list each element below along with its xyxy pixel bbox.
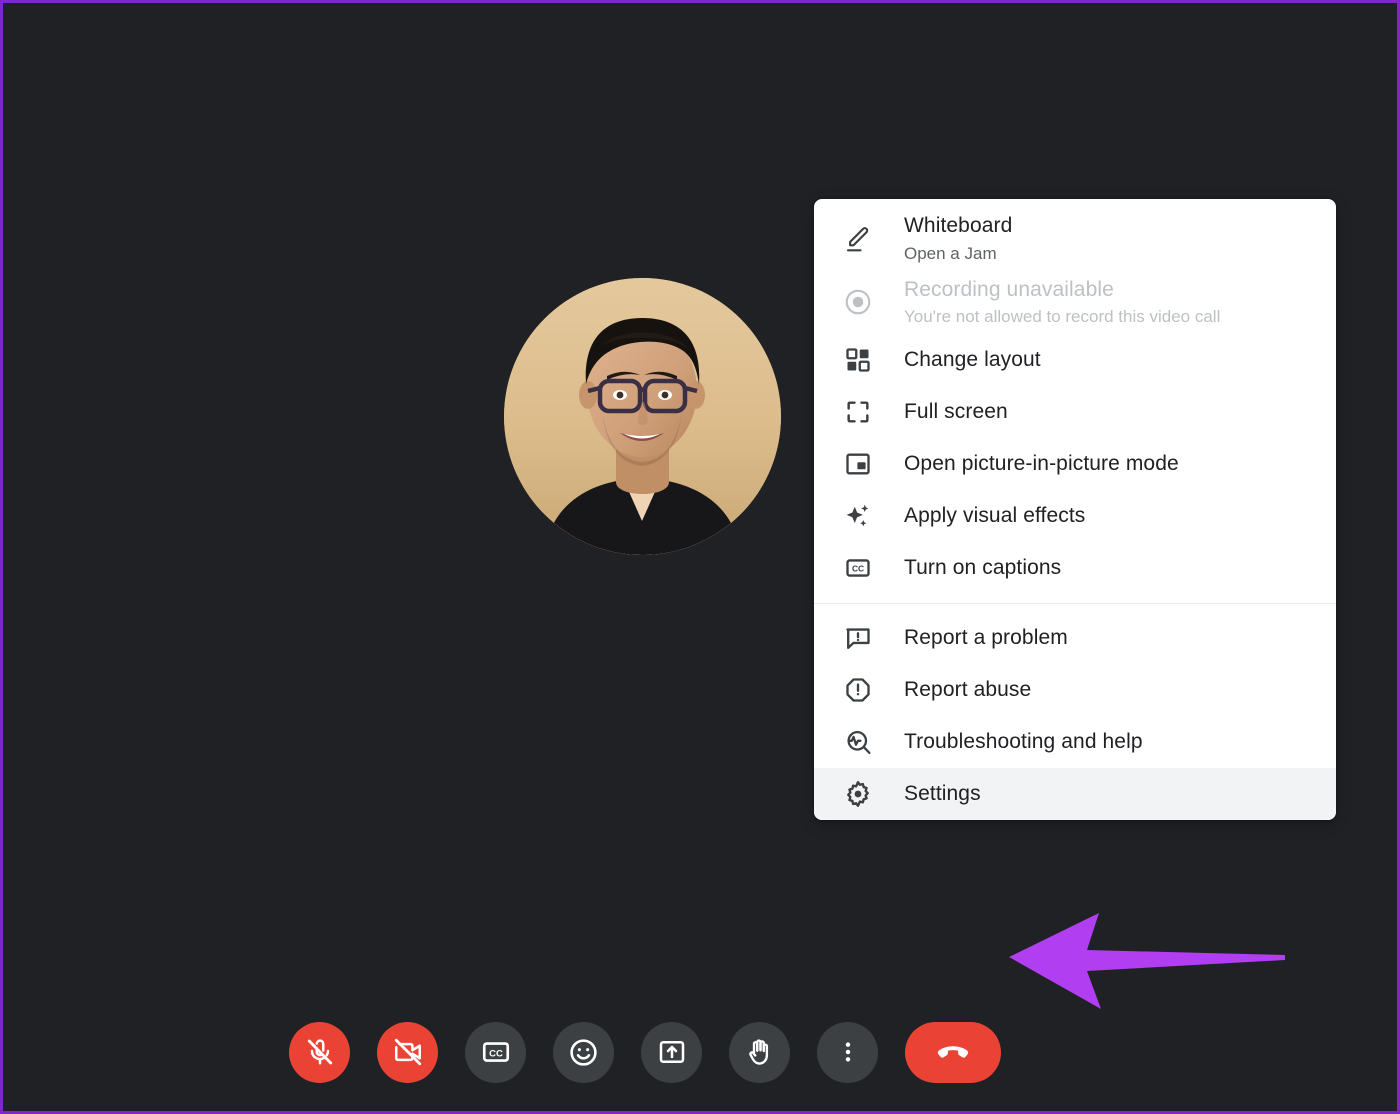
- menu-item-report-a-problem[interactable]: Report a problem: [814, 612, 1336, 664]
- menu-item-label: Report abuse: [904, 678, 1032, 702]
- more-options-menu[interactable]: Whiteboard Open a Jam Recording unavaila…: [814, 199, 1336, 821]
- menu-item-recording: Recording unavailable You're not allowed…: [814, 271, 1336, 335]
- svg-text:CC: CC: [852, 564, 864, 574]
- menu-item-visual-effects[interactable]: Apply visual effects: [814, 490, 1336, 542]
- menu-item-label: Recording unavailable: [904, 277, 1114, 301]
- menu-item-label: Settings: [904, 782, 981, 806]
- leave-call-button[interactable]: [905, 1021, 1001, 1083]
- menu-item-settings[interactable]: Settings: [814, 768, 1336, 821]
- svg-text:CC: CC: [489, 1048, 503, 1059]
- menu-item-text: Apply visual effects: [904, 502, 1085, 530]
- raise-hand-button[interactable]: [729, 1021, 790, 1083]
- picture-in-picture-icon: [842, 448, 874, 480]
- menu-item-text: Report abuse: [904, 676, 1031, 704]
- sparkle-icon: [842, 500, 874, 532]
- layout-icon: [842, 344, 874, 376]
- call-control-bar: CC: [3, 993, 1397, 1111]
- microphone-off-button[interactable]: [289, 1021, 350, 1083]
- menu-item-label: Full screen: [904, 400, 1008, 424]
- record-icon: [842, 286, 874, 318]
- menu-item-label: Report a problem: [904, 626, 1068, 650]
- captions-button[interactable]: CC: [465, 1021, 526, 1083]
- menu-item-whiteboard[interactable]: Whiteboard Open a Jam: [814, 207, 1336, 271]
- report-problem-icon: [842, 622, 874, 654]
- menu-item-text: Report a problem: [904, 624, 1068, 652]
- menu-item-picture-in-picture[interactable]: Open picture-in-picture mode: [814, 438, 1336, 490]
- menu-item-text: Turn on captions: [904, 554, 1061, 582]
- menu-item-sublabel: Open a Jam: [904, 243, 997, 263]
- menu-item-report-abuse[interactable]: Report abuse: [814, 664, 1336, 716]
- menu-item-text: Whiteboard Open a Jam: [904, 212, 1012, 266]
- menu-item-text: Open picture-in-picture mode: [904, 450, 1179, 478]
- report-abuse-icon: [842, 674, 874, 706]
- menu-item-text: Troubleshooting and help: [904, 728, 1143, 756]
- menu-item-label: Open picture-in-picture mode: [904, 452, 1179, 476]
- troubleshooting-icon: [842, 726, 874, 758]
- closed-caption-icon: CC: [842, 552, 874, 584]
- menu-item-full-screen[interactable]: Full screen: [814, 386, 1336, 438]
- gear-icon: [842, 778, 874, 810]
- menu-item-sublabel: You're not allowed to record this video …: [904, 307, 1221, 327]
- fullscreen-icon: [842, 396, 874, 428]
- menu-item-label: Whiteboard: [904, 214, 1013, 237]
- participant-tile: [504, 278, 781, 555]
- reactions-button[interactable]: [553, 1021, 614, 1083]
- more-options-button[interactable]: [817, 1021, 878, 1083]
- menu-item-text: Settings: [904, 780, 981, 808]
- annotated-screenshot-frame: Whiteboard Open a Jam Recording unavaila…: [0, 0, 1400, 1114]
- menu-item-text: Change layout: [904, 346, 1041, 374]
- avatar: [504, 278, 781, 555]
- menu-divider: [814, 603, 1336, 605]
- menu-item-text: Recording unavailable You're not allowed…: [904, 276, 1220, 330]
- menu-item-label: Troubleshooting and help: [904, 730, 1143, 754]
- menu-group-secondary: Report a problem Report abuse Troublesho…: [814, 612, 1336, 821]
- menu-item-label: Change layout: [904, 348, 1041, 372]
- menu-item-turn-on-captions[interactable]: CC Turn on captions: [814, 542, 1336, 594]
- menu-item-text: Full screen: [904, 398, 1008, 426]
- pencil-icon: [842, 223, 874, 255]
- menu-item-troubleshooting-and-help[interactable]: Troubleshooting and help: [814, 716, 1336, 768]
- video-call-stage: Whiteboard Open a Jam Recording unavaila…: [3, 3, 1397, 1111]
- menu-item-label: Apply visual effects: [904, 504, 1086, 528]
- menu-item-label: Turn on captions: [904, 556, 1062, 580]
- camera-off-button[interactable]: [377, 1021, 438, 1083]
- present-now-button[interactable]: [641, 1021, 702, 1083]
- menu-item-change-layout[interactable]: Change layout: [814, 334, 1336, 386]
- menu-group-primary: Whiteboard Open a Jam Recording unavaila…: [814, 207, 1336, 594]
